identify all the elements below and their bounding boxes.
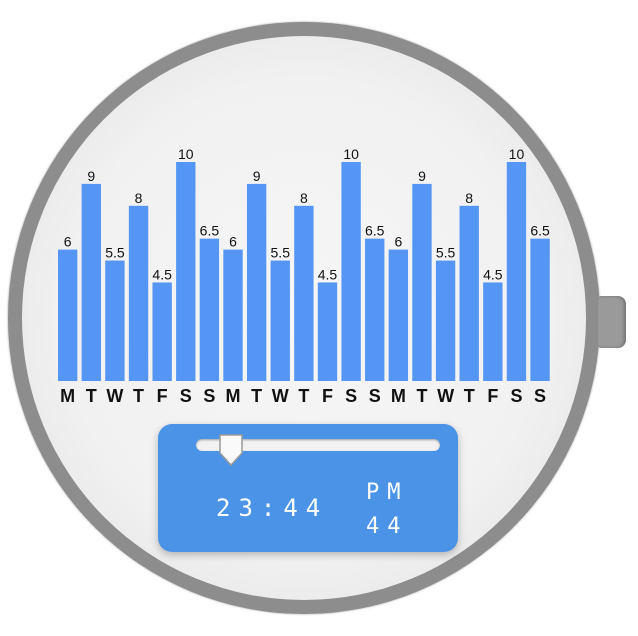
bar-value-label: 4.5 xyxy=(318,266,338,282)
bar-11 xyxy=(317,282,338,381)
day-tick-label: S xyxy=(369,386,381,406)
day-tick-label: M xyxy=(226,386,241,406)
day-tick-label: S xyxy=(345,386,357,406)
bar-value-label: 10 xyxy=(509,146,525,162)
day-tick-label: S xyxy=(510,386,522,406)
day-tick-label: S xyxy=(534,386,546,406)
seconds-display: 44 xyxy=(366,514,409,539)
bar-15 xyxy=(412,183,432,381)
bar-20 xyxy=(530,238,550,381)
day-tick-label: T xyxy=(416,386,427,406)
bar-5 xyxy=(176,162,196,381)
day-tick-label: S xyxy=(203,386,215,406)
bar-value-label: 8 xyxy=(465,190,473,206)
bar-7 xyxy=(223,249,243,381)
day-tick-label: M xyxy=(391,386,406,406)
bar-10 xyxy=(294,205,314,381)
bar-value-label: 6.5 xyxy=(530,223,550,239)
day-tick-label: T xyxy=(251,386,262,406)
bar-value-label: 8 xyxy=(300,190,308,206)
bar-12 xyxy=(341,162,361,381)
time-display: 23:44 xyxy=(216,494,329,522)
day-tick-label: F xyxy=(157,386,168,406)
bar-value-label: 8 xyxy=(135,190,143,206)
day-tick-label: T xyxy=(464,386,475,406)
day-tick-label: F xyxy=(487,386,498,406)
day-tick-label: W xyxy=(106,386,123,406)
day-tick-label: M xyxy=(60,386,75,406)
bar-value-label: 4.5 xyxy=(152,266,172,282)
ampm-display: PM xyxy=(366,480,409,505)
bar-1 xyxy=(81,183,101,381)
bar-8 xyxy=(246,183,267,381)
bar-6 xyxy=(199,238,220,381)
day-tick-label: F xyxy=(322,386,333,406)
bar-16 xyxy=(435,260,456,381)
day-tick-label: T xyxy=(133,386,144,406)
bar-value-label: 6 xyxy=(229,234,237,250)
bar-0 xyxy=(58,249,78,381)
bar-value-label: 6.5 xyxy=(200,223,220,239)
bar-value-label: 10 xyxy=(343,146,359,162)
bar-13 xyxy=(365,238,385,381)
bar-value-label: 5.5 xyxy=(271,245,291,261)
bar-2 xyxy=(105,260,125,381)
bar-3 xyxy=(128,205,149,381)
time-slider-thumb[interactable] xyxy=(218,433,244,467)
bar-17 xyxy=(459,205,479,381)
day-tick-label: W xyxy=(272,386,289,406)
bar-4 xyxy=(152,282,172,381)
bar-19 xyxy=(506,162,527,381)
bar-value-label: 9 xyxy=(253,168,261,184)
bar-14 xyxy=(388,249,409,381)
day-tick-label: T xyxy=(298,386,309,406)
bar-value-label: 5.5 xyxy=(105,245,125,261)
bar-value-label: 6 xyxy=(64,234,72,250)
bar-value-label: 5.5 xyxy=(436,245,456,261)
bar-value-label: 10 xyxy=(178,146,194,162)
day-tick-label: W xyxy=(437,386,454,406)
bar-value-label: 6 xyxy=(394,234,402,250)
day-tick-label: T xyxy=(86,386,97,406)
bar-value-label: 6.5 xyxy=(365,223,385,239)
bar-value-label: 9 xyxy=(418,168,426,184)
day-tick-label: S xyxy=(180,386,192,406)
bar-18 xyxy=(483,282,503,381)
bar-value-label: 4.5 xyxy=(483,266,503,282)
time-panel: 23:44 PM 44 xyxy=(158,424,458,552)
bar-value-label: 9 xyxy=(87,168,95,184)
bar-9 xyxy=(270,260,290,381)
